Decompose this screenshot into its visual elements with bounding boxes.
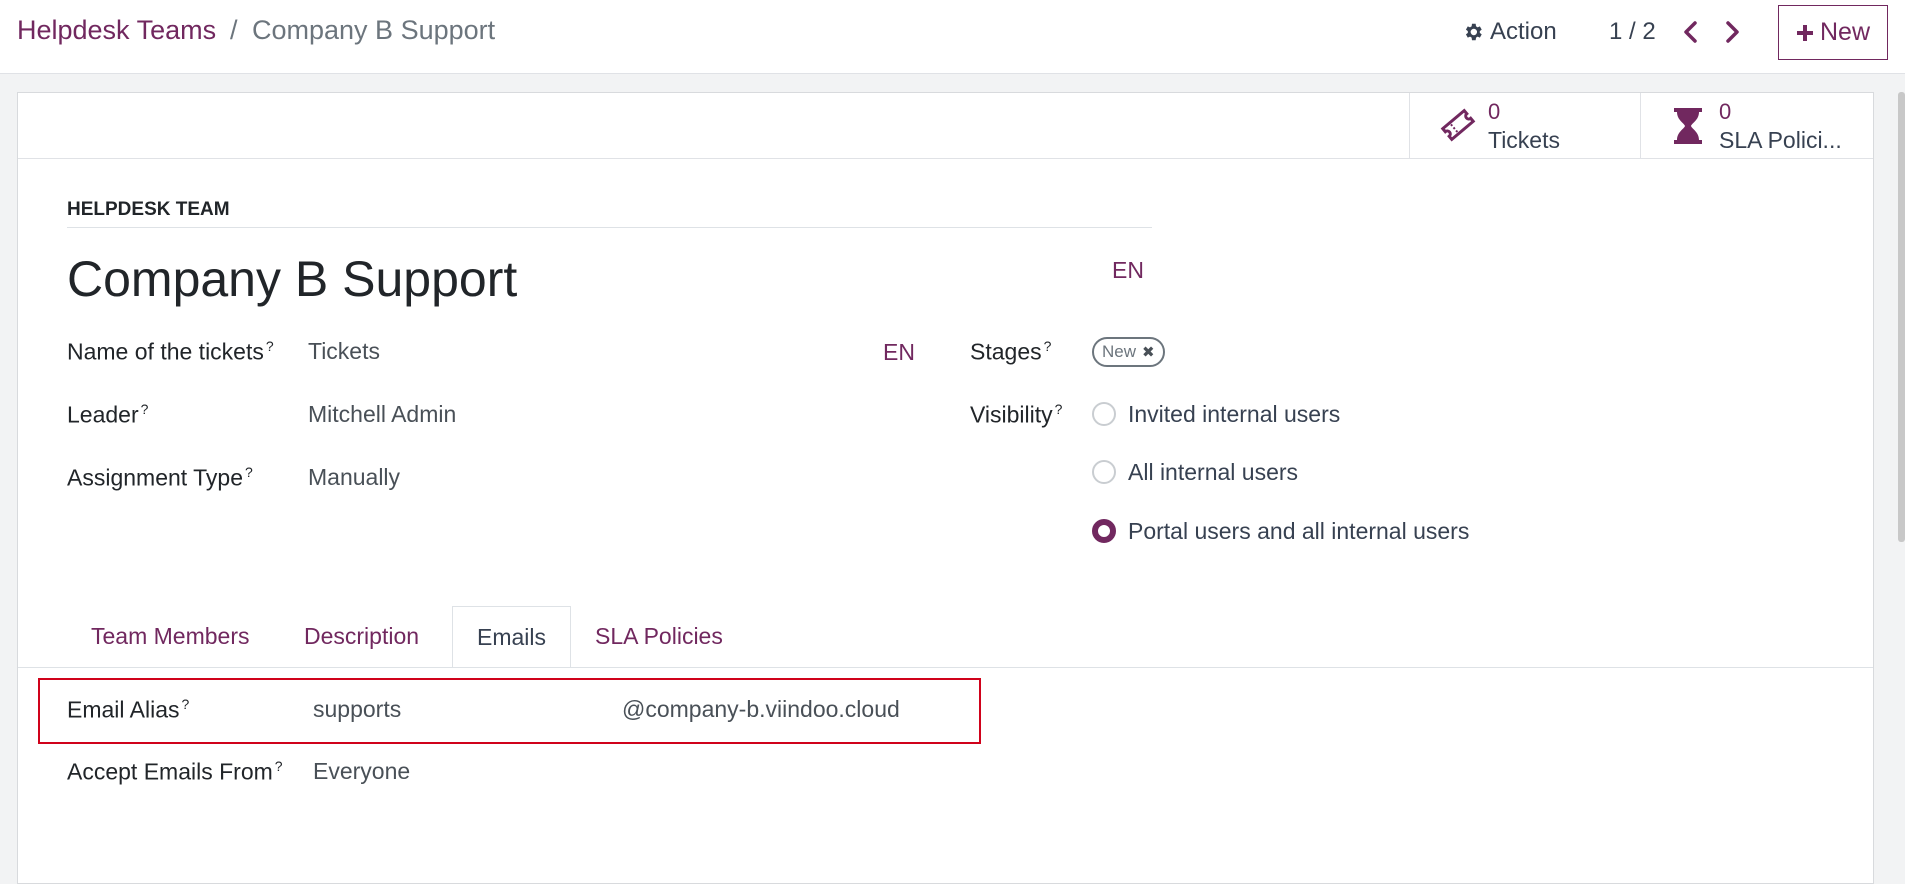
ticket-name-translate-button[interactable]: EN	[883, 339, 915, 366]
tickets-count: 0	[1488, 99, 1501, 124]
section-divider	[67, 227, 1152, 228]
stages-label: Stages?	[970, 338, 1052, 365]
pager-value[interactable]: 1 / 2	[1609, 18, 1656, 46]
tab-emails[interactable]: Emails	[452, 606, 572, 668]
visibility-label: Visibility?	[970, 401, 1063, 428]
breadcrumb-separator: /	[230, 15, 238, 45]
breadcrumb-helpdesk-teams[interactable]: Helpdesk Teams	[17, 15, 216, 46]
help-tooltip-icon[interactable]: ?	[141, 401, 149, 417]
form-sheet: 0 Tickets 0 SLA Polici... HELPDESK TEAM …	[17, 92, 1874, 884]
email-alias-domain: @company-b.viindoo.cloud	[622, 696, 900, 722]
chevron-right-icon[interactable]	[1721, 20, 1743, 44]
tab-team-members[interactable]: Team Members	[67, 606, 273, 667]
visibility-option-invited[interactable]: Invited internal users	[1128, 401, 1340, 428]
help-tooltip-icon[interactable]: ?	[1044, 338, 1052, 354]
smart-button-box: 0 Tickets 0 SLA Polici...	[18, 93, 1873, 159]
action-label: Action	[1490, 18, 1557, 45]
visibility-radio-portal[interactable]	[1092, 519, 1116, 543]
section-title: HELPDESK TEAM	[67, 199, 230, 220]
ticket-icon	[1440, 108, 1476, 142]
ticket-name-label: Name of the tickets?	[67, 338, 274, 365]
help-tooltip-icon[interactable]: ?	[266, 338, 274, 354]
help-tooltip-icon[interactable]: ?	[275, 758, 283, 774]
new-label: New	[1819, 18, 1870, 46]
remove-tag-icon[interactable]: ✖	[1142, 343, 1155, 361]
stage-tag-new: New ✖	[1092, 337, 1165, 367]
team-name-field[interactable]: Company B Support	[67, 250, 517, 308]
stage-tag-label: New	[1102, 342, 1137, 361]
control-panel: Helpdesk Teams / Company B Support Actio…	[0, 0, 1905, 74]
tickets-label: Tickets	[1488, 127, 1560, 153]
scrollbar[interactable]	[1898, 92, 1905, 542]
breadcrumb-current: Company B Support	[252, 15, 496, 45]
visibility-radio-invited[interactable]	[1092, 402, 1116, 426]
leader-label: Leader?	[67, 401, 149, 428]
new-button[interactable]: New	[1778, 5, 1888, 60]
email-alias-label: Email Alias?	[67, 696, 190, 723]
chevron-left-icon[interactable]	[1680, 20, 1702, 44]
help-tooltip-icon[interactable]: ?	[1055, 401, 1063, 417]
name-translate-button[interactable]: EN	[1112, 257, 1144, 284]
hourglass-icon	[1674, 108, 1702, 144]
visibility-radio-all-internal[interactable]	[1092, 460, 1116, 484]
visibility-option-portal[interactable]: Portal users and all internal users	[1128, 518, 1469, 545]
ticket-name-field[interactable]: Tickets	[308, 338, 380, 365]
sla-count: 0	[1719, 99, 1732, 124]
accept-emails-label: Accept Emails From?	[67, 758, 283, 785]
help-tooltip-icon[interactable]: ?	[181, 696, 189, 712]
sla-policies-smart-button[interactable]: 0 SLA Polici...	[1640, 93, 1874, 158]
accept-emails-field[interactable]: Everyone	[313, 758, 410, 785]
tab-sla-policies[interactable]: SLA Policies	[571, 606, 747, 667]
email-alias-field[interactable]: supports	[313, 696, 401, 723]
sla-label: SLA Polici...	[1719, 127, 1842, 153]
tabs-divider	[18, 667, 1873, 668]
action-button[interactable]: Action	[1462, 18, 1557, 46]
leader-field[interactable]: Mitchell Admin	[308, 401, 456, 428]
assignment-type-label: Assignment Type?	[67, 464, 253, 491]
assignment-type-field[interactable]: Manually	[308, 464, 400, 491]
plus-icon	[1796, 24, 1813, 41]
tab-description[interactable]: Description	[280, 606, 443, 667]
tickets-smart-button[interactable]: 0 Tickets	[1409, 93, 1641, 158]
help-tooltip-icon[interactable]: ?	[245, 464, 253, 480]
visibility-option-all-internal[interactable]: All internal users	[1128, 459, 1298, 486]
gear-icon	[1465, 23, 1482, 41]
